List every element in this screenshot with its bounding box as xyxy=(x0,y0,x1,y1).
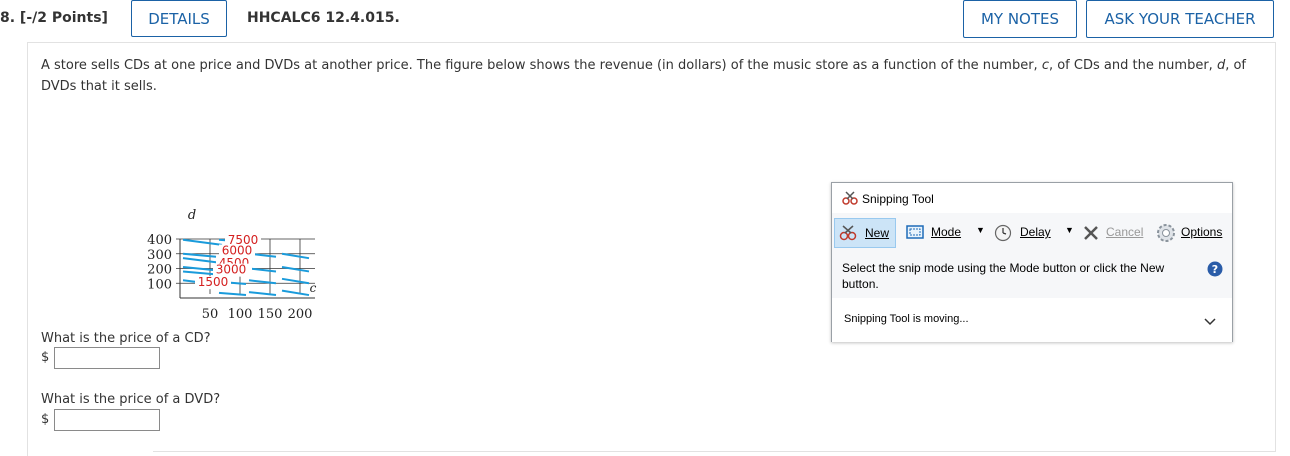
x-axis-label: c xyxy=(310,281,317,295)
chevron-down-icon: ▼ xyxy=(976,225,985,235)
contour-line xyxy=(182,238,223,246)
status-bar: Snipping Tool is moving... xyxy=(832,298,1232,342)
options-button[interactable]: Options xyxy=(1154,218,1232,246)
dollar-sign: $ xyxy=(41,412,50,427)
ask-teacher-button[interactable]: ASK YOUR TEACHER xyxy=(1086,0,1274,38)
snipping-tool-title: Snipping Tool xyxy=(862,192,934,206)
delay-label: Delay xyxy=(1020,225,1051,239)
svg-text:?: ? xyxy=(1212,263,1218,276)
snipping-tool-message: Select the snip mode using the Mode butt… xyxy=(842,261,1165,291)
y-tick-label: 200 xyxy=(147,263,172,278)
y-tick-label: 300 xyxy=(147,248,172,263)
snipping-tool-titlebar[interactable]: Snipping Tool xyxy=(832,183,1232,213)
problem-statement: A store sells CDs at one price and DVDs … xyxy=(41,58,1247,94)
details-button[interactable]: DETAILS xyxy=(131,0,227,37)
question-cd-price: What is the price of a CD? xyxy=(41,331,211,346)
x-tick-label: 200 xyxy=(288,307,313,322)
contour-line xyxy=(248,267,277,273)
panel-border-bottom xyxy=(153,451,1276,452)
status-text: Snipping Tool is moving... xyxy=(844,313,969,325)
panel-border-right xyxy=(1275,42,1276,452)
chevron-down-icon: ▼ xyxy=(1065,225,1074,235)
contour-label: 1500 xyxy=(198,275,229,289)
contour-line xyxy=(281,277,310,285)
cd-price-input[interactable] xyxy=(54,347,160,369)
my-notes-button[interactable]: MY NOTES xyxy=(963,0,1077,38)
y-axis-label: d xyxy=(188,208,196,223)
y-tick-label: 100 xyxy=(147,277,172,292)
close-icon xyxy=(1084,226,1098,240)
contour-line xyxy=(182,270,217,276)
mode-label: Mode xyxy=(931,225,962,239)
panel-border-top xyxy=(27,42,1276,43)
gear-icon xyxy=(1157,224,1175,242)
contour-line xyxy=(182,257,220,264)
panel-border-left xyxy=(27,42,28,456)
mode-icon xyxy=(906,225,924,239)
options-label: Options xyxy=(1181,225,1223,239)
delay-button[interactable]: Delay ▼ xyxy=(992,218,1074,246)
contour-line xyxy=(218,291,247,297)
contour-line xyxy=(248,279,277,285)
contour-line xyxy=(281,252,310,260)
chevron-down-icon[interactable] xyxy=(1204,318,1216,326)
contour-line xyxy=(281,289,310,297)
new-button[interactable]: New xyxy=(834,218,896,248)
dvd-price-input[interactable] xyxy=(54,409,160,431)
problem-code: HHCALC6 12.4.015. xyxy=(247,10,400,26)
contour-line xyxy=(248,291,277,297)
x-tick-label: 100 xyxy=(228,307,253,322)
cancel-button: Cancel xyxy=(1080,218,1150,246)
var-c: c xyxy=(1041,58,1049,73)
var-d: d xyxy=(1216,58,1226,73)
contour-line xyxy=(281,266,310,273)
cancel-label: Cancel xyxy=(1106,225,1144,239)
new-label: New xyxy=(865,226,890,240)
mode-button[interactable]: Mode ▼ xyxy=(904,218,986,246)
x-tick-label: 50 xyxy=(202,307,219,322)
y-tick-label: 400 xyxy=(147,233,172,248)
help-icon[interactable]: ? xyxy=(1207,261,1223,277)
clock-icon xyxy=(994,224,1012,242)
snipping-tool-window[interactable]: Snipping Tool New Mode ▼ Delay ▼ Cancel … xyxy=(831,182,1233,342)
x-tick-label: 150 xyxy=(258,307,283,322)
scissors-icon xyxy=(842,191,858,205)
scissors-icon xyxy=(839,225,857,241)
contour-line xyxy=(182,252,217,258)
question-dvd-price: What is the price of a DVD? xyxy=(41,392,221,407)
contour-diagram: 7500600045003000150050 100 150 200100200300… xyxy=(147,208,317,322)
dollar-sign: $ xyxy=(41,350,50,365)
question-number: 8. [-/2 Points] xyxy=(0,10,108,26)
